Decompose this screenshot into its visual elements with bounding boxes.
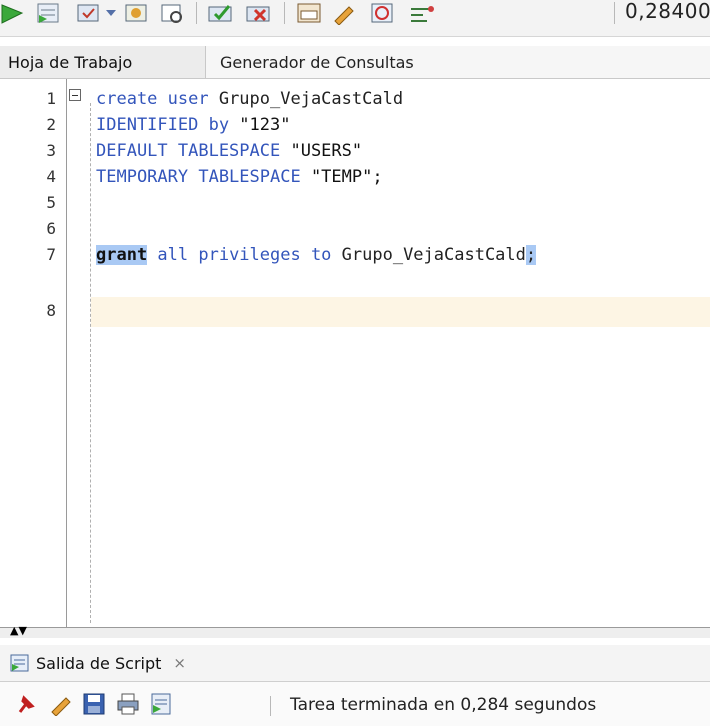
fold-collapse-icon[interactable]: [69, 89, 81, 101]
tab-salida-de-script[interactable]: Salida de Script ×: [0, 645, 186, 681]
code-line-3[interactable]: DEFAULT TABLESPACE "USERS": [96, 138, 362, 164]
execution-time: 0,284000: [625, 0, 710, 23]
line-number-gutter: 1 2 3 4 5 6 7 8: [0, 79, 67, 627]
code-line-6[interactable]: grant all privileges to Grupo_VejaCastCa…: [96, 242, 537, 268]
autotrace-icon[interactable]: [206, 0, 238, 26]
rollback-icon[interactable]: [122, 0, 150, 26]
string-literal: "USERS": [280, 141, 363, 161]
current-line-highlight: [91, 297, 710, 327]
sql-tuning-advisor-icon[interactable]: [368, 0, 398, 26]
line-number: 6: [46, 219, 56, 238]
commit-icon[interactable]: [74, 0, 102, 26]
line-number: 1: [46, 89, 56, 108]
toolbar-separator: [270, 696, 271, 716]
close-tab-icon[interactable]: ×: [173, 654, 186, 672]
tab-generador-de-consultas[interactable]: Generador de Consultas: [220, 46, 480, 78]
clear-icon[interactable]: [330, 0, 360, 26]
main-toolbar: 0,284000: [0, 0, 710, 37]
line-number: 3: [46, 141, 56, 160]
toolbar-separator: [614, 2, 615, 24]
sql-keyword: all privileges to: [147, 245, 332, 265]
code-line-1[interactable]: create user Grupo_VejaCastCald: [96, 86, 403, 112]
line-number: 5: [46, 193, 56, 212]
save-icon[interactable]: [82, 692, 106, 716]
highlighted-semicolon: ;: [525, 245, 537, 265]
line-number: 2: [46, 115, 56, 134]
format-icon[interactable]: [406, 0, 438, 26]
tuning-icon[interactable]: [244, 0, 276, 26]
panel-splitter[interactable]: [0, 627, 710, 638]
script-output-icon: [10, 653, 30, 673]
clear-output-icon[interactable]: [48, 692, 74, 716]
highlighted-keyword-grant: grant: [96, 245, 148, 265]
tab-hoja-de-trabajo[interactable]: Hoja de Trabajo: [0, 46, 206, 78]
fold-guide: [90, 103, 91, 623]
line-number: 8: [46, 301, 56, 320]
worksheet-tabbar: Hoja de Trabajo Generador de Consultas: [0, 46, 710, 79]
sql-keyword: DEFAULT TABLESPACE: [96, 141, 281, 161]
run-script-icon[interactable]: [34, 0, 62, 26]
output-tab-label: Salida de Script: [36, 653, 162, 673]
open-file-icon[interactable]: [150, 692, 174, 716]
print-icon[interactable]: [116, 692, 140, 716]
line-number: 4: [46, 167, 56, 186]
sql-history-icon[interactable]: [294, 0, 324, 26]
toolbar-separator: [196, 2, 197, 24]
maximize-restore-arrows-icon[interactable]: ▲▼: [10, 625, 27, 636]
output-tabbar: Salida de Script ×: [0, 645, 710, 682]
sql-keyword: TEMPORARY TABLESPACE: [96, 167, 301, 187]
toolbar-separator: [284, 2, 285, 24]
explain-plan-icon[interactable]: [158, 0, 186, 26]
sql-keyword: create user: [96, 89, 209, 109]
code-line-2[interactable]: IDENTIFIED by "123": [96, 112, 290, 138]
identifier: Grupo_VejaCastCald: [331, 245, 526, 265]
output-toolbar: Tarea terminada en 0,284 segundos: [0, 682, 710, 726]
dropdown-icon[interactable]: [104, 0, 118, 26]
code-line-4[interactable]: TEMPORARY TABLESPACE "TEMP";: [96, 164, 383, 190]
sql-editor[interactable]: 1 2 3 4 5 6 7 8 create user Grupo_VejaCa…: [0, 79, 710, 627]
string-literal: "TEMP";: [300, 167, 383, 187]
identifier: Grupo_VejaCastCald: [208, 89, 404, 109]
pin-icon[interactable]: [14, 692, 38, 716]
status-message: Tarea terminada en 0,284 segundos: [290, 695, 597, 715]
string-literal: "123": [229, 115, 291, 135]
sql-keyword: IDENTIFIED by: [96, 115, 230, 135]
run-statement-icon[interactable]: [0, 0, 24, 26]
line-number: 7: [46, 245, 56, 264]
